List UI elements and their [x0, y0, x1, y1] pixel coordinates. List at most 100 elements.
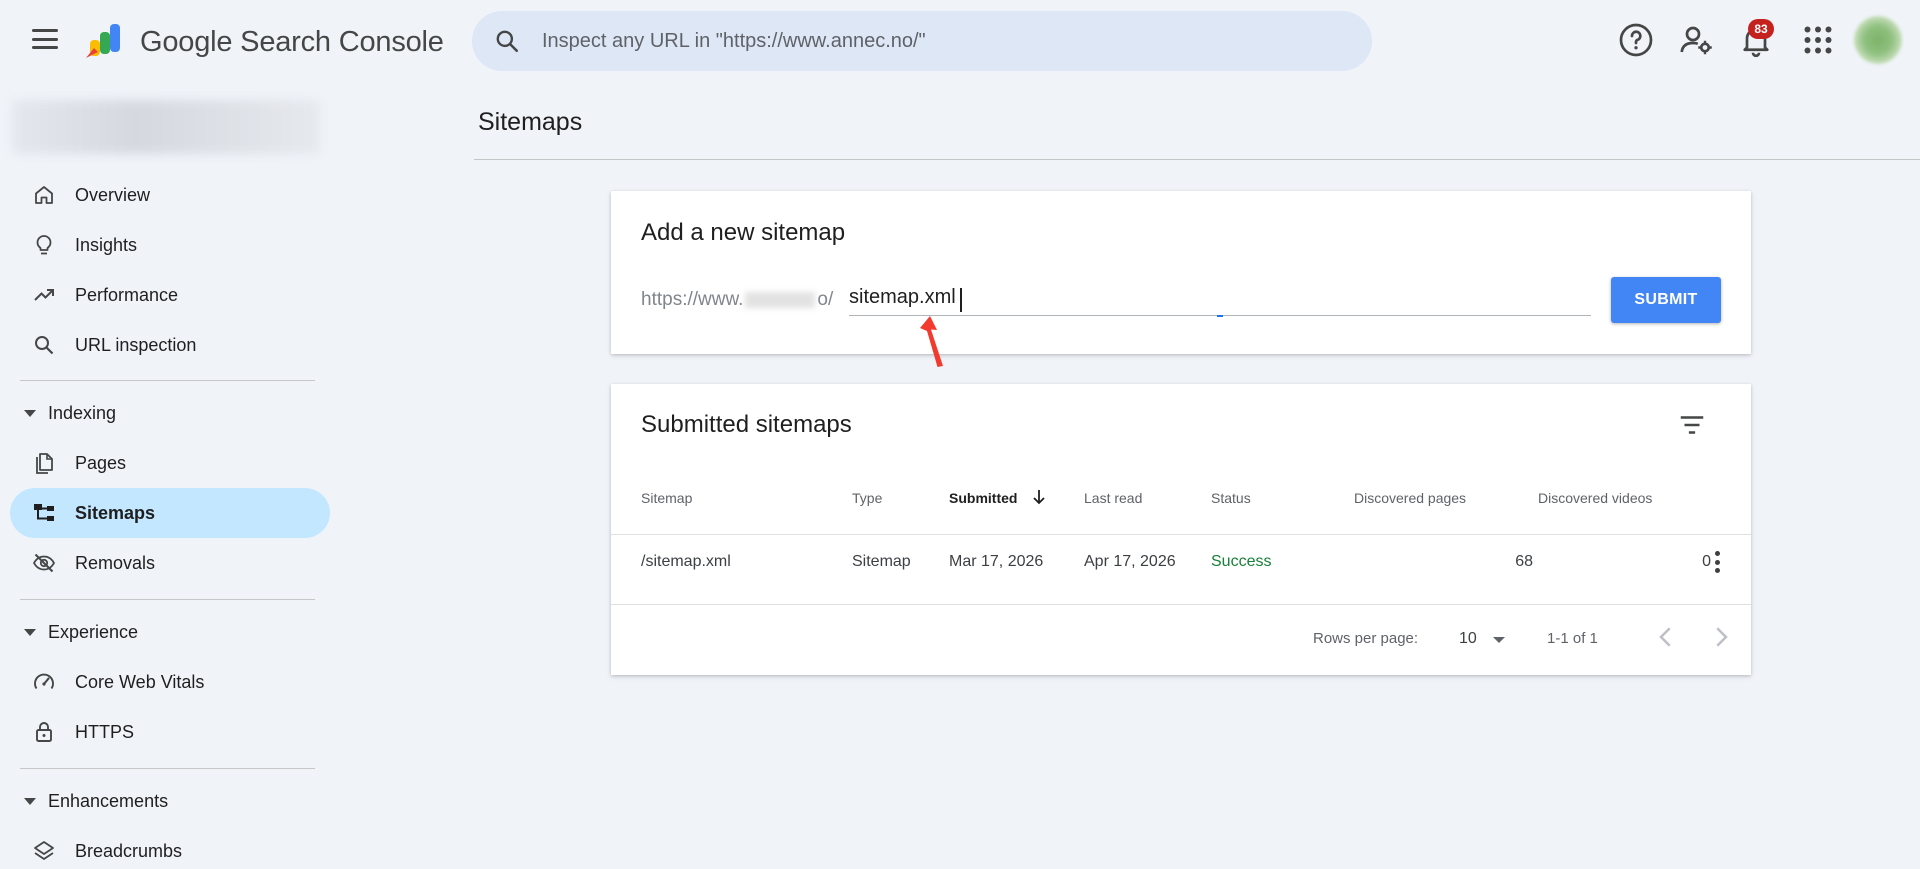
speedometer-icon	[34, 673, 54, 690]
sidebar-item-removals[interactable]: Removals	[10, 538, 330, 588]
sidebar-item-label: Breadcrumbs	[75, 840, 183, 861]
page-title: Sitemaps	[478, 108, 583, 136]
main-menu-button[interactable]	[28, 26, 62, 52]
cell-type: Sitemap	[852, 553, 911, 570]
previous-page-icon[interactable]	[1651, 622, 1681, 652]
caret-down-icon	[24, 628, 36, 636]
input-focus-indicator	[1217, 315, 1223, 317]
sidebar: Overview Insights Performance URL inspec…	[0, 80, 335, 869]
url-prefix-start: https://www.	[641, 289, 744, 310]
cell-discovered-pages: 68	[1515, 553, 1533, 570]
next-page-icon[interactable]	[1706, 622, 1736, 652]
add-sitemap-title: Add a new sitemap	[641, 219, 846, 246]
pages-icon	[36, 453, 53, 474]
column-header-submitted[interactable]: Submitted	[949, 490, 1017, 506]
brand-title[interactable]: Google Search Console	[140, 26, 444, 59]
kebab-dot	[1714, 559, 1720, 565]
search-icon	[35, 336, 54, 355]
sidebar-divider	[20, 599, 315, 600]
sitemap-url-prefix: https://www. o/	[641, 289, 833, 311]
sidebar-item-label: Performance	[75, 284, 179, 305]
kebab-dot	[1714, 551, 1720, 556]
row-more-options-icon[interactable]	[1707, 548, 1727, 576]
section-enhancements-toggle[interactable]: Enhancements	[10, 781, 168, 821]
sidebar-item-performance[interactable]: Performance	[10, 270, 330, 320]
sidebar-item-url-inspection[interactable]: URL inspection	[10, 320, 330, 370]
section-label: Experience	[48, 621, 139, 642]
help-icon[interactable]	[1618, 22, 1654, 58]
search-icon	[496, 30, 519, 53]
rows-per-page-label: Rows per page:	[1313, 630, 1419, 647]
submitted-sitemaps-card: Submitted sitemaps Sitemap Type Submitte…	[611, 384, 1751, 675]
kebab-dot	[1714, 568, 1720, 573]
column-header-status[interactable]: Status	[1211, 490, 1251, 506]
menu-icon-bar	[32, 29, 58, 32]
apps-grid-icon[interactable]	[1800, 22, 1836, 58]
red-arrow-annotation-icon	[920, 316, 943, 367]
sidebar-divider	[20, 380, 315, 381]
menu-icon-bar	[32, 46, 58, 49]
dropdown-arrow-icon	[1493, 637, 1505, 643]
url-prefix-end: o/	[817, 289, 834, 310]
sidebar-item-sitemaps[interactable]: Sitemaps	[10, 488, 330, 538]
caret-down-icon	[24, 797, 36, 805]
manage-users-icon[interactable]	[1678, 22, 1714, 58]
submit-button[interactable]: SUBMIT	[1611, 277, 1721, 323]
url-inspection-search[interactable]	[472, 11, 1372, 71]
top-app-bar: Google Search Console 83	[0, 0, 1920, 80]
column-header-discovered-pages[interactable]: Discovered pages	[1354, 490, 1466, 506]
url-inspection-input[interactable]	[542, 25, 1342, 57]
cell-sitemap: /sitemap.xml	[641, 553, 731, 570]
sidebar-item-label: Pages	[75, 452, 127, 473]
redacted-domain	[745, 291, 816, 308]
submitted-sitemaps-title: Submitted sitemaps	[641, 411, 852, 438]
account-avatar[interactable]	[1854, 16, 1902, 64]
sort-descending-icon[interactable]	[1031, 488, 1047, 506]
layers-icon	[34, 841, 54, 860]
sidebar-item-core-web-vitals[interactable]: Core Web Vitals	[10, 657, 330, 707]
table-divider	[611, 604, 1751, 605]
sitemap-icon	[34, 504, 54, 521]
cell-submitted: Mar 17, 2026	[949, 553, 1044, 570]
section-experience-toggle[interactable]: Experience	[10, 612, 138, 652]
filter-icon[interactable]	[1677, 410, 1707, 440]
eye-off-icon	[32, 553, 56, 573]
rows-per-page-select[interactable]: 10	[1449, 624, 1509, 654]
sidebar-item-pages[interactable]: Pages	[10, 438, 330, 488]
lock-icon	[36, 722, 52, 742]
text-cursor	[960, 288, 962, 312]
sidebar-item-label: Core Web Vitals	[75, 671, 205, 692]
cell-last-read: Apr 17, 2026	[1084, 553, 1176, 570]
column-header-type[interactable]: Type	[852, 490, 882, 506]
sidebar-item-label: HTTPS	[75, 721, 135, 742]
caret-down-icon	[24, 409, 36, 417]
home-icon	[35, 186, 53, 204]
trending-up-icon	[34, 289, 54, 301]
rows-per-page-value: 10	[1459, 630, 1477, 647]
lightbulb-icon	[36, 235, 52, 255]
search-console-logo-icon	[86, 24, 120, 58]
sidebar-divider	[20, 768, 315, 769]
sidebar-item-overview[interactable]: Overview	[10, 170, 330, 220]
status-badge: Success	[1211, 553, 1272, 570]
sidebar-item-breadcrumbs[interactable]: Breadcrumbs	[10, 826, 330, 869]
column-header-last-read[interactable]: Last read	[1084, 490, 1142, 506]
sidebar-item-label: Overview	[75, 184, 151, 205]
sidebar-item-insights[interactable]: Insights	[10, 220, 330, 270]
section-indexing-toggle[interactable]: Indexing	[10, 393, 116, 433]
sidebar-item-label: Removals	[75, 552, 156, 573]
sidebar-item-label: URL inspection	[75, 334, 197, 355]
sidebar-item-https[interactable]: HTTPS	[10, 707, 330, 757]
column-header-discovered-videos[interactable]: Discovered videos	[1538, 490, 1652, 506]
table-divider	[611, 534, 1751, 535]
sidebar-item-label: Insights	[75, 234, 138, 255]
add-sitemap-card: Add a new sitemap https://www. o/ SUBMIT	[611, 191, 1751, 367]
property-selector[interactable]	[12, 100, 320, 154]
section-label: Enhancements	[48, 790, 169, 811]
menu-icon-bar	[32, 37, 58, 41]
pagination-range: 1-1 of 1	[1547, 630, 1598, 647]
column-header-sitemap[interactable]: Sitemap	[641, 490, 692, 506]
section-label: Indexing	[48, 402, 117, 423]
sidebar-item-label: Sitemaps	[75, 502, 156, 523]
cell-discovered-videos: 0	[1702, 553, 1711, 570]
